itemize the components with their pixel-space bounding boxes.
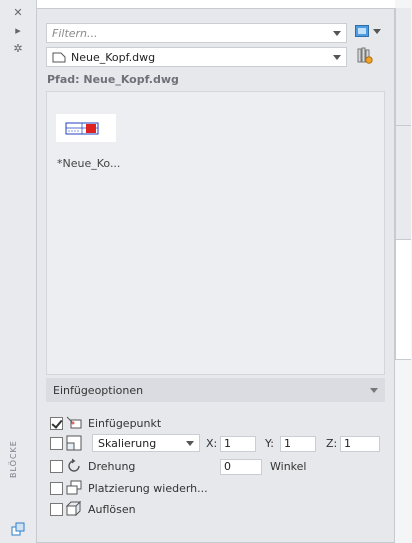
filter-input[interactable]: Filtern... bbox=[52, 27, 329, 40]
chevron-down-icon[interactable] bbox=[186, 440, 194, 446]
scale-z-input[interactable]: 1 bbox=[340, 436, 380, 452]
chevron-down-icon[interactable] bbox=[373, 28, 381, 34]
browse-library-button[interactable] bbox=[357, 47, 373, 67]
rotation-option[interactable]: Drehung bbox=[50, 457, 135, 475]
repeat-placement-option[interactable]: Platzierung wiederh... bbox=[50, 479, 208, 497]
view-toggle-button[interactable] bbox=[355, 25, 381, 37]
block-thumbnail[interactable] bbox=[56, 114, 116, 142]
chevron-down-icon[interactable] bbox=[333, 30, 341, 36]
rotation-label: Drehung bbox=[88, 459, 136, 473]
rotation-icon bbox=[66, 458, 82, 474]
scale-mode-combo[interactable]: Skalierung bbox=[92, 434, 200, 452]
close-icon[interactable]: ✕ bbox=[10, 6, 26, 20]
scale-y-label: Y: bbox=[265, 437, 274, 450]
insertion-point-label: Einfügepunkt bbox=[88, 416, 162, 430]
file-combo-value: Neue_Kopf.dwg bbox=[71, 50, 156, 64]
rotation-angle-input[interactable]: 0 bbox=[220, 459, 262, 475]
explode-checkbox[interactable] bbox=[50, 502, 63, 516]
block-name[interactable]: *Neue_Ko... bbox=[57, 157, 120, 170]
filter-combo[interactable]: Filtern... bbox=[46, 23, 347, 43]
scale-z-label: Z: bbox=[326, 437, 338, 450]
path-label: Pfad: Neue_Kopf.dwg bbox=[47, 73, 179, 86]
repeat-placement-icon bbox=[66, 480, 82, 496]
library-icon bbox=[357, 47, 373, 64]
rotation-checkbox[interactable] bbox=[50, 459, 63, 473]
block-preview-image bbox=[65, 122, 99, 135]
palette-title: BLÖCKE bbox=[9, 440, 18, 478]
scale-icon bbox=[66, 435, 82, 451]
rotation-unit-label: Winkel bbox=[270, 460, 307, 473]
scale-checkbox[interactable] bbox=[50, 436, 63, 450]
blocks-panel: Filtern... Neue_Kopf.dwg Pfad: Neue_Kopf… bbox=[36, 8, 395, 543]
scale-x-label: X: bbox=[206, 437, 218, 450]
explode-label: Auflösen bbox=[88, 502, 136, 516]
scale-y-input[interactable]: 1 bbox=[280, 436, 316, 452]
insertion-point-checkbox[interactable] bbox=[50, 416, 63, 430]
insert-options-header[interactable]: Einfügeoptionen bbox=[46, 378, 385, 402]
view-icon bbox=[355, 25, 369, 37]
autohide-icon[interactable]: ▸ bbox=[10, 24, 26, 38]
palette-title-strip: ✕ ▸ ✲ BLÖCKE bbox=[0, 0, 37, 543]
palette-tabs bbox=[395, 0, 412, 543]
block-palette-icon bbox=[10, 522, 26, 536]
properties-icon[interactable]: ✲ bbox=[10, 42, 26, 56]
tab-2[interactable] bbox=[395, 126, 411, 240]
scale-mode-value: Skalierung bbox=[98, 436, 157, 450]
scale-option[interactable] bbox=[50, 434, 88, 452]
insertion-point-option[interactable]: Einfügepunkt bbox=[50, 414, 161, 432]
insertion-point-icon bbox=[66, 415, 82, 431]
file-icon bbox=[52, 52, 66, 62]
repeat-placement-checkbox[interactable] bbox=[50, 481, 63, 495]
tab-3[interactable] bbox=[395, 240, 411, 360]
explode-option[interactable]: Auflösen bbox=[50, 500, 136, 518]
block-gallery: *Neue_Ko... bbox=[46, 91, 385, 375]
tab-1[interactable] bbox=[395, 8, 411, 126]
repeat-placement-label: Platzierung wiederh... bbox=[88, 481, 208, 495]
file-combo[interactable]: Neue_Kopf.dwg bbox=[46, 47, 347, 67]
chevron-down-icon[interactable] bbox=[370, 387, 378, 393]
explode-icon bbox=[66, 501, 82, 517]
scale-x-input[interactable]: 1 bbox=[220, 436, 256, 452]
insert-options-title: Einfügeoptionen bbox=[53, 383, 144, 397]
chevron-down-icon[interactable] bbox=[333, 54, 341, 60]
